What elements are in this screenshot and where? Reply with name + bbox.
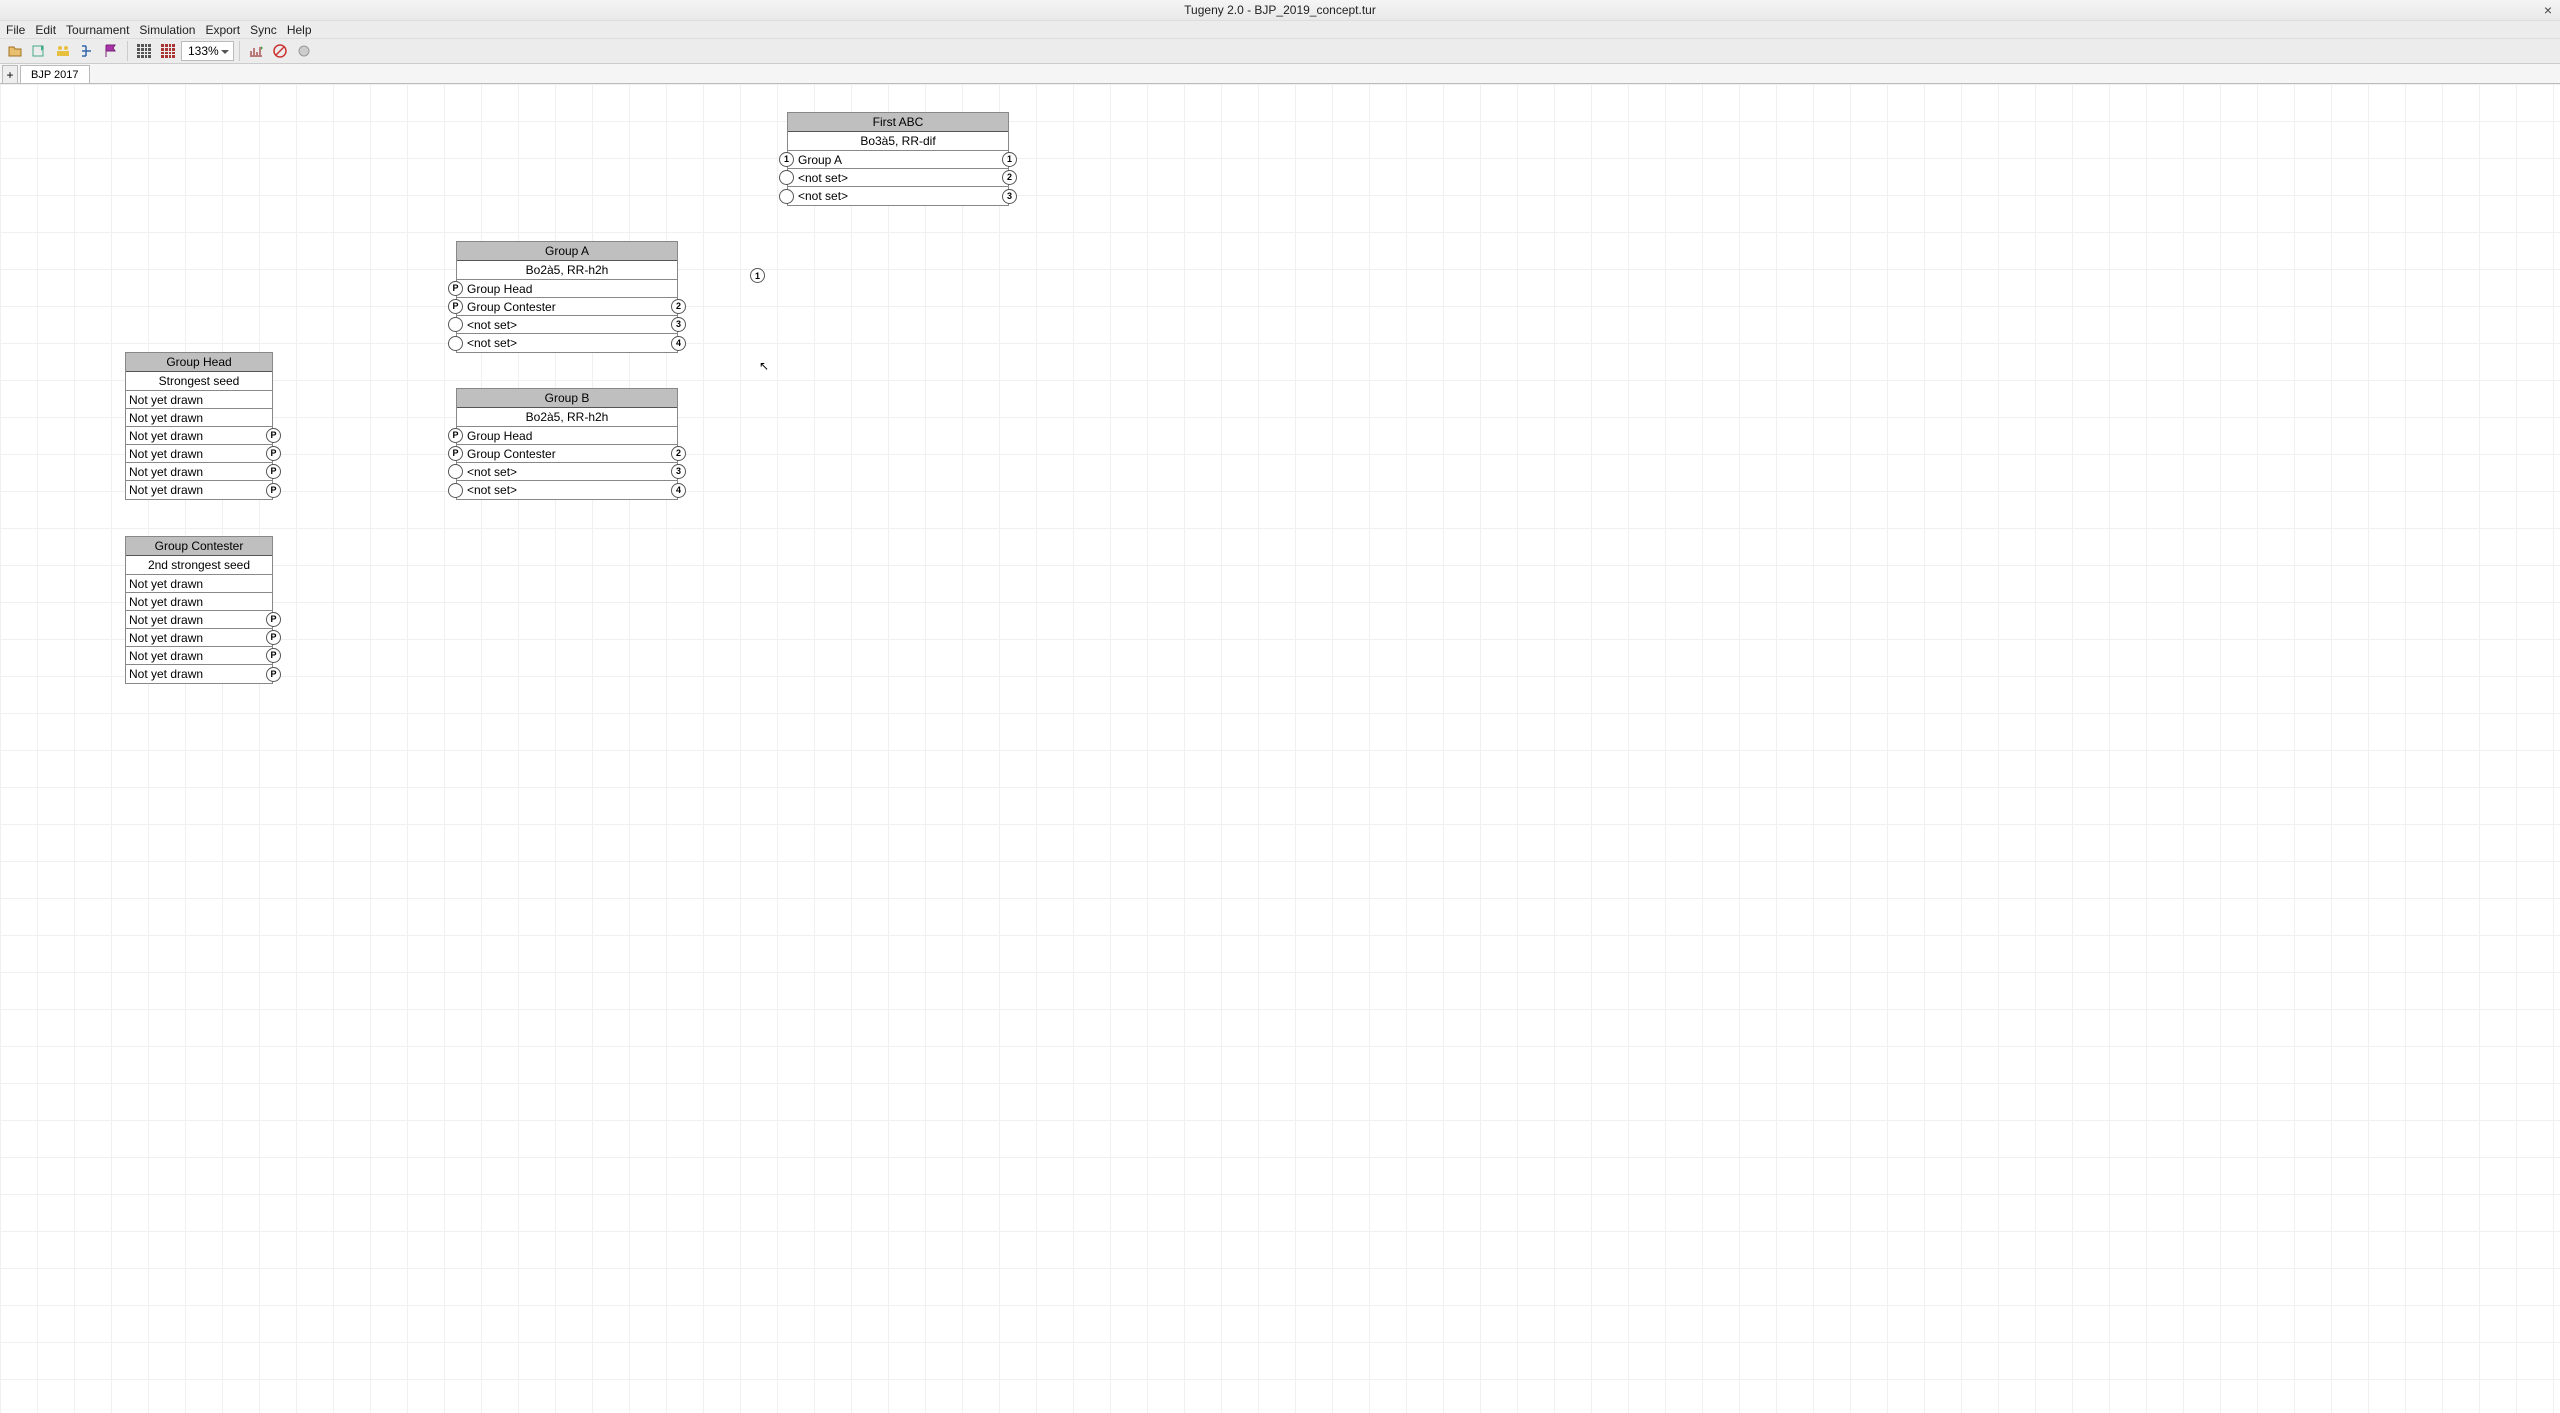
players-icon[interactable] <box>52 40 74 62</box>
node-title: Group Contester <box>126 537 272 556</box>
input-port[interactable] <box>448 483 463 498</box>
menu-file[interactable]: File <box>6 23 25 37</box>
tab-add[interactable]: + <box>2 65 18 83</box>
input-port[interactable] <box>448 317 463 332</box>
output-port[interactable]: 3 <box>1002 189 1017 204</box>
input-port[interactable]: 1 <box>779 152 794 167</box>
node-group-b[interactable]: Group B Bo2à5, RR-h2h PGroup Head PGroup… <box>456 388 678 500</box>
output-port[interactable]: 4 <box>671 336 686 351</box>
node-title: Group B <box>457 389 677 408</box>
node-title: Group Head <box>126 353 272 372</box>
window-title: Tugeny 2.0 - BJP_2019_concept.tur <box>1184 3 1376 17</box>
output-port[interactable]: P <box>266 446 281 461</box>
output-port[interactable]: 2 <box>1002 170 1017 185</box>
tabbar: + BJP 2017 <box>0 64 2560 84</box>
no-entry-icon[interactable] <box>269 40 291 62</box>
separator <box>127 41 128 61</box>
open-icon[interactable] <box>4 40 26 62</box>
row-label: Not yet drawn <box>126 613 203 627</box>
menu-export[interactable]: Export <box>205 23 240 37</box>
bracket-icon[interactable] <box>76 40 98 62</box>
canvas[interactable]: Group Head Strongest seed Not yet drawn … <box>0 84 2560 1413</box>
output-port[interactable]: P <box>266 612 281 627</box>
row-label: <not set> <box>788 171 848 185</box>
row-label: Group Head <box>457 282 532 296</box>
titlebar: Tugeny 2.0 - BJP_2019_concept.tur × <box>0 0 2560 20</box>
input-port[interactable]: P <box>448 446 463 461</box>
menu-tournament[interactable]: Tournament <box>66 23 129 37</box>
output-port[interactable]: P <box>266 630 281 645</box>
input-port[interactable] <box>448 464 463 479</box>
output-port[interactable]: P <box>266 667 281 682</box>
node-group-a[interactable]: Group A Bo2à5, RR-h2h PGroup Head PGroup… <box>456 241 678 353</box>
separator <box>239 41 240 61</box>
node-subtitle: Strongest seed <box>126 372 272 391</box>
row-label: Not yet drawn <box>126 447 203 461</box>
output-port[interactable]: 3 <box>671 464 686 479</box>
row-label: Not yet drawn <box>126 411 203 425</box>
node-subtitle: Bo2à5, RR-h2h <box>457 408 677 427</box>
output-port[interactable]: P <box>266 428 281 443</box>
row-label: <not set> <box>457 483 517 497</box>
chart-icon[interactable] <box>245 40 267 62</box>
row-label: <not set> <box>788 189 848 203</box>
row-label: Not yet drawn <box>126 393 203 407</box>
menu-edit[interactable]: Edit <box>35 23 56 37</box>
output-port[interactable]: 2 <box>671 446 686 461</box>
row-label: Group Contester <box>457 300 556 314</box>
row-label: Not yet drawn <box>126 465 203 479</box>
grid-red-icon[interactable] <box>157 40 179 62</box>
close-button[interactable]: × <box>2544 2 2552 18</box>
node-subtitle: 2nd strongest seed <box>126 556 272 575</box>
row-label: <not set> <box>457 318 517 332</box>
row-label: Not yet drawn <box>126 595 203 609</box>
grid-icon[interactable] <box>133 40 155 62</box>
node-subtitle: Bo3à5, RR-dif <box>788 132 1008 151</box>
row-label: Not yet drawn <box>126 649 203 663</box>
floating-port[interactable]: 1 <box>750 268 765 283</box>
row-label: Group Head <box>457 429 532 443</box>
input-port[interactable] <box>779 170 794 185</box>
row-label: <not set> <box>457 336 517 350</box>
menu-help[interactable]: Help <box>287 23 312 37</box>
input-port[interactable]: P <box>448 281 463 296</box>
row-label: Not yet drawn <box>126 429 203 443</box>
row-label: Not yet drawn <box>126 667 203 681</box>
input-port[interactable]: P <box>448 428 463 443</box>
output-port[interactable]: 1 <box>1002 152 1017 167</box>
globe-icon[interactable] <box>293 40 315 62</box>
node-first-abc[interactable]: First ABC Bo3à5, RR-dif 1Group A1 <not s… <box>787 112 1009 206</box>
canvas-grid <box>0 84 2560 1413</box>
output-port[interactable]: P <box>266 483 281 498</box>
zoom-select[interactable]: 133% <box>181 41 234 61</box>
node-subtitle: Bo2à5, RR-h2h <box>457 261 677 280</box>
input-port[interactable] <box>779 189 794 204</box>
zoom-value: 133% <box>188 44 219 58</box>
input-port[interactable]: P <box>448 299 463 314</box>
new-node-icon[interactable] <box>28 40 50 62</box>
node-group-contester[interactable]: Group Contester 2nd strongest seed Not y… <box>125 536 273 684</box>
output-port[interactable]: 4 <box>671 483 686 498</box>
row-label: Group Contester <box>457 447 556 461</box>
menu-sync[interactable]: Sync <box>250 23 277 37</box>
node-group-head[interactable]: Group Head Strongest seed Not yet drawn … <box>125 352 273 500</box>
input-port[interactable] <box>448 336 463 351</box>
row-label: Not yet drawn <box>126 577 203 591</box>
flag-icon[interactable] <box>100 40 122 62</box>
node-title: Group A <box>457 242 677 261</box>
row-label: Not yet drawn <box>126 631 203 645</box>
output-port[interactable]: 3 <box>671 317 686 332</box>
menubar: File Edit Tournament Simulation Export S… <box>0 20 2560 38</box>
menu-simulation[interactable]: Simulation <box>139 23 195 37</box>
output-port[interactable]: P <box>266 464 281 479</box>
tab-bjp2017[interactable]: BJP 2017 <box>20 65 90 83</box>
output-port[interactable]: 2 <box>671 299 686 314</box>
output-port[interactable]: P <box>266 648 281 663</box>
row-label: Group A <box>788 153 842 167</box>
row-label: Not yet drawn <box>126 483 203 497</box>
toolbar: 133% <box>0 38 2560 64</box>
row-label: <not set> <box>457 465 517 479</box>
node-title: First ABC <box>788 113 1008 132</box>
